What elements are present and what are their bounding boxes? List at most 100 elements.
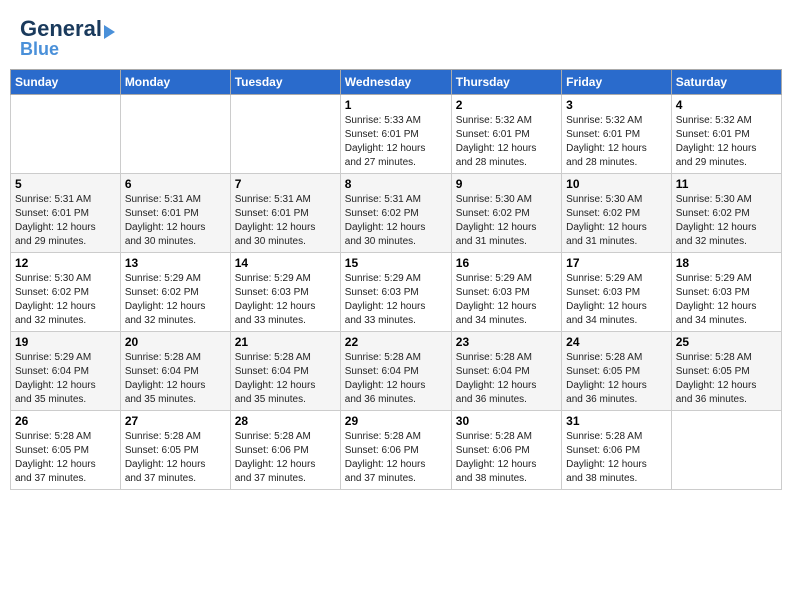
calendar-header-tuesday: Tuesday xyxy=(230,70,340,95)
calendar-cell: 15 Sunrise: 5:29 AM Sunset: 6:03 PM Dayli… xyxy=(340,253,451,332)
page-header: General Blue xyxy=(10,10,782,63)
day-number: 14 xyxy=(235,256,336,270)
calendar-cell: 19 Sunrise: 5:29 AM Sunset: 6:04 PM Dayli… xyxy=(11,332,121,411)
calendar-cell: 1 Sunrise: 5:33 AM Sunset: 6:01 PM Daylig… xyxy=(340,95,451,174)
day-number: 19 xyxy=(15,335,116,349)
calendar-cell: 14Sunrise: 5:29 AM Sunset: 6:03 PM Dayli… xyxy=(230,253,340,332)
day-info: Sunrise: 5:28 AM Sunset: 6:05 PM Dayligh… xyxy=(15,430,116,486)
calendar-cell: 5 Sunrise: 5:31 AM Sunset: 6:01 PM Daylig… xyxy=(11,174,121,253)
calendar-cell: 13Sunrise: 5:29 AM Sunset: 6:02 PM Dayli… xyxy=(120,253,230,332)
day-info: Sunrise: 5:28 AM Sunset: 6:05 PM Dayligh… xyxy=(566,351,667,407)
calendar-cell: 27Sunrise: 5:28 AM Sunset: 6:05 PM Dayli… xyxy=(120,411,230,490)
day-number: 15 xyxy=(345,256,447,270)
calendar-cell: 26 Sunrise: 5:28 AM Sunset: 6:05 PM Dayli… xyxy=(11,411,121,490)
calendar-table: SundayMondayTuesdayWednesdayThursdayFrid… xyxy=(10,69,782,490)
day-number: 25 xyxy=(676,335,777,349)
day-info: Sunrise: 5:31 AM Sunset: 6:02 PM Dayligh… xyxy=(345,193,447,249)
calendar-cell: 25Sunrise: 5:28 AM Sunset: 6:05 PM Dayli… xyxy=(671,332,781,411)
day-info: Sunrise: 5:29 AM Sunset: 6:03 PM Dayligh… xyxy=(456,272,557,328)
logo-general-text: General xyxy=(20,16,102,41)
day-info: Sunrise: 5:28 AM Sunset: 6:04 PM Dayligh… xyxy=(345,351,447,407)
day-number: 1 xyxy=(345,98,447,112)
calendar-cell: 18 Sunrise: 5:29 AM Sunset: 6:03 PM Dayli… xyxy=(671,253,781,332)
logo-arrow-icon xyxy=(104,25,115,39)
calendar-header-wednesday: Wednesday xyxy=(340,70,451,95)
calendar-cell: 3Sunrise: 5:32 AM Sunset: 6:01 PM Daylig… xyxy=(562,95,672,174)
day-info: Sunrise: 5:30 AM Sunset: 6:02 PM Dayligh… xyxy=(15,272,116,328)
calendar-week-row: 5 Sunrise: 5:31 AM Sunset: 6:01 PM Daylig… xyxy=(11,174,782,253)
day-number: 17 xyxy=(566,256,667,270)
day-number: 21 xyxy=(235,335,336,349)
calendar-header-thursday: Thursday xyxy=(451,70,561,95)
day-number: 26 xyxy=(15,414,116,428)
calendar-cell: 4Sunrise: 5:32 AM Sunset: 6:01 PM Daylig… xyxy=(671,95,781,174)
calendar-cell: 16 Sunrise: 5:29 AM Sunset: 6:03 PM Dayli… xyxy=(451,253,561,332)
calendar-cell: 2 Sunrise: 5:32 AM Sunset: 6:01 PM Daylig… xyxy=(451,95,561,174)
day-number: 22 xyxy=(345,335,447,349)
day-info: Sunrise: 5:32 AM Sunset: 6:01 PM Dayligh… xyxy=(456,114,557,170)
day-number: 23 xyxy=(456,335,557,349)
day-info: Sunrise: 5:31 AM Sunset: 6:01 PM Dayligh… xyxy=(235,193,336,249)
day-number: 30 xyxy=(456,414,557,428)
day-number: 8 xyxy=(345,177,447,191)
day-number: 24 xyxy=(566,335,667,349)
day-number: 5 xyxy=(15,177,116,191)
calendar-cell: 24 Sunrise: 5:28 AM Sunset: 6:05 PM Dayli… xyxy=(562,332,672,411)
day-info: Sunrise: 5:29 AM Sunset: 6:03 PM Dayligh… xyxy=(566,272,667,328)
day-info: Sunrise: 5:29 AM Sunset: 6:04 PM Dayligh… xyxy=(15,351,116,407)
day-info: Sunrise: 5:29 AM Sunset: 6:03 PM Dayligh… xyxy=(345,272,447,328)
day-number: 2 xyxy=(456,98,557,112)
day-info: Sunrise: 5:28 AM Sunset: 6:04 PM Dayligh… xyxy=(125,351,226,407)
calendar-cell: 12Sunrise: 5:30 AM Sunset: 6:02 PM Dayli… xyxy=(11,253,121,332)
day-number: 6 xyxy=(125,177,226,191)
day-number: 18 xyxy=(676,256,777,270)
calendar-cell xyxy=(230,95,340,174)
day-info: Sunrise: 5:28 AM Sunset: 6:04 PM Dayligh… xyxy=(235,351,336,407)
day-number: 4 xyxy=(676,98,777,112)
day-number: 3 xyxy=(566,98,667,112)
calendar-cell: 28Sunrise: 5:28 AM Sunset: 6:06 PM Dayli… xyxy=(230,411,340,490)
day-info: Sunrise: 5:30 AM Sunset: 6:02 PM Dayligh… xyxy=(566,193,667,249)
day-info: Sunrise: 5:28 AM Sunset: 6:05 PM Dayligh… xyxy=(125,430,226,486)
calendar-week-row: 19 Sunrise: 5:29 AM Sunset: 6:04 PM Dayli… xyxy=(11,332,782,411)
calendar-cell: 20 Sunrise: 5:28 AM Sunset: 6:04 PM Dayli… xyxy=(120,332,230,411)
day-info: Sunrise: 5:28 AM Sunset: 6:04 PM Dayligh… xyxy=(456,351,557,407)
day-number: 29 xyxy=(345,414,447,428)
day-number: 7 xyxy=(235,177,336,191)
day-number: 11 xyxy=(676,177,777,191)
calendar-cell: 21 Sunrise: 5:28 AM Sunset: 6:04 PM Dayli… xyxy=(230,332,340,411)
day-info: Sunrise: 5:28 AM Sunset: 6:06 PM Dayligh… xyxy=(456,430,557,486)
day-info: Sunrise: 5:28 AM Sunset: 6:06 PM Dayligh… xyxy=(345,430,447,486)
calendar-cell: 9 Sunrise: 5:30 AM Sunset: 6:02 PM Daylig… xyxy=(451,174,561,253)
day-number: 20 xyxy=(125,335,226,349)
logo: General Blue xyxy=(20,18,115,59)
calendar-header-row: SundayMondayTuesdayWednesdayThursdayFrid… xyxy=(11,70,782,95)
calendar-cell: 23 Sunrise: 5:28 AM Sunset: 6:04 PM Dayli… xyxy=(451,332,561,411)
calendar-cell: 11 Sunrise: 5:30 AM Sunset: 6:02 PM Dayli… xyxy=(671,174,781,253)
calendar-cell xyxy=(671,411,781,490)
day-number: 31 xyxy=(566,414,667,428)
calendar-week-row: 12Sunrise: 5:30 AM Sunset: 6:02 PM Dayli… xyxy=(11,253,782,332)
calendar-cell: 7 Sunrise: 5:31 AM Sunset: 6:01 PM Daylig… xyxy=(230,174,340,253)
day-number: 9 xyxy=(456,177,557,191)
calendar-cell: 22 Sunrise: 5:28 AM Sunset: 6:04 PM Dayli… xyxy=(340,332,451,411)
calendar-cell: 29 Sunrise: 5:28 AM Sunset: 6:06 PM Dayli… xyxy=(340,411,451,490)
day-number: 13 xyxy=(125,256,226,270)
calendar-cell: 30 Sunrise: 5:28 AM Sunset: 6:06 PM Dayli… xyxy=(451,411,561,490)
calendar-cell xyxy=(120,95,230,174)
day-info: Sunrise: 5:31 AM Sunset: 6:01 PM Dayligh… xyxy=(15,193,116,249)
calendar-cell: 6 Sunrise: 5:31 AM Sunset: 6:01 PM Daylig… xyxy=(120,174,230,253)
day-info: Sunrise: 5:29 AM Sunset: 6:03 PM Dayligh… xyxy=(676,272,777,328)
calendar-cell: 31 Sunrise: 5:28 AM Sunset: 6:06 PM Dayli… xyxy=(562,411,672,490)
calendar-header-saturday: Saturday xyxy=(671,70,781,95)
day-info: Sunrise: 5:31 AM Sunset: 6:01 PM Dayligh… xyxy=(125,193,226,249)
day-info: Sunrise: 5:28 AM Sunset: 6:06 PM Dayligh… xyxy=(566,430,667,486)
day-number: 28 xyxy=(235,414,336,428)
calendar-cell: 17 Sunrise: 5:29 AM Sunset: 6:03 PM Dayli… xyxy=(562,253,672,332)
day-info: Sunrise: 5:33 AM Sunset: 6:01 PM Dayligh… xyxy=(345,114,447,170)
day-info: Sunrise: 5:30 AM Sunset: 6:02 PM Dayligh… xyxy=(456,193,557,249)
day-number: 16 xyxy=(456,256,557,270)
day-info: Sunrise: 5:30 AM Sunset: 6:02 PM Dayligh… xyxy=(676,193,777,249)
day-number: 10 xyxy=(566,177,667,191)
calendar-header-monday: Monday xyxy=(120,70,230,95)
